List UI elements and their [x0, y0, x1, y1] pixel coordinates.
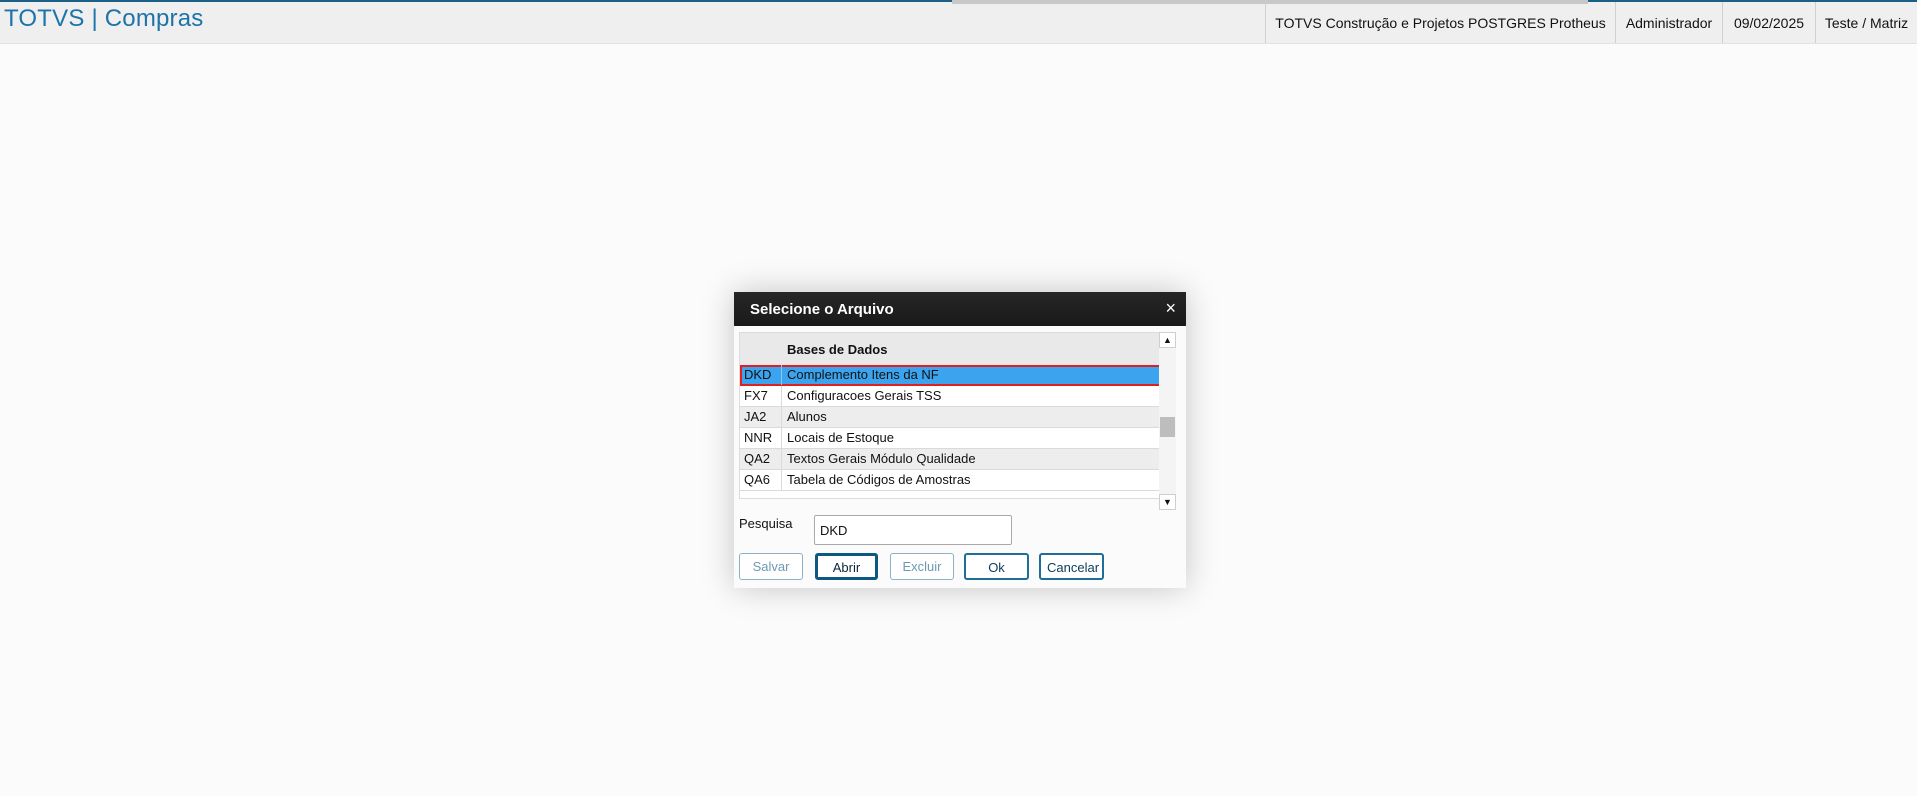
grid-header: Bases de Dados	[740, 333, 1164, 365]
search-input[interactable]	[814, 515, 1012, 545]
dialog-title: Selecione o Arquivo	[750, 301, 894, 318]
row-description: Tabela de Códigos de Amostras	[787, 472, 971, 487]
ok-button[interactable]: Ok	[964, 553, 1029, 580]
open-button[interactable]: Abrir	[815, 553, 878, 580]
row-description: Textos Gerais Módulo Qualidade	[787, 451, 976, 466]
company-selector[interactable]: TOTVS Construção e Projetos POSTGRES Pro…	[1265, 2, 1615, 43]
cancel-button[interactable]: Cancelar	[1039, 553, 1104, 580]
row-description: Locais de Estoque	[787, 430, 894, 445]
row-code: FX7	[740, 386, 782, 406]
app-title[interactable]: TOTVS | Compras	[4, 5, 204, 33]
select-file-dialog: Selecione o Arquivo × Bases de Dados DKD…	[734, 292, 1186, 588]
table-row[interactable]: DKD Complemento Itens da NF	[740, 365, 1164, 386]
table-row[interactable]: QA2 Textos Gerais Módulo Qualidade	[740, 449, 1164, 470]
branch-selector[interactable]: Teste / Matriz	[1815, 2, 1917, 43]
table-row[interactable]: FX7 Configuracoes Gerais TSS	[740, 386, 1164, 407]
scroll-down-icon[interactable]: ▼	[1159, 494, 1176, 510]
row-description: Complemento Itens da NF	[787, 367, 939, 382]
row-code: QA2	[740, 449, 782, 469]
database-grid[interactable]: Bases de Dados DKD Complemento Itens da N…	[739, 332, 1165, 499]
column-header-bases[interactable]: Bases de Dados	[787, 342, 887, 357]
system-date[interactable]: 09/02/2025	[1722, 2, 1815, 43]
row-code: JA2	[740, 407, 782, 427]
table-row[interactable]: NNR Locais de Estoque	[740, 428, 1164, 449]
search-label: Pesquisa	[739, 516, 793, 531]
scroll-thumb[interactable]	[1160, 417, 1175, 437]
dialog-header[interactable]: Selecione o Arquivo ×	[734, 292, 1186, 326]
delete-button[interactable]: Excluir	[890, 553, 954, 580]
row-description: Configuracoes Gerais TSS	[787, 388, 942, 403]
user-name[interactable]: Administrador	[1615, 2, 1722, 43]
row-code: NNR	[740, 428, 782, 448]
row-description: Alunos	[787, 409, 827, 424]
save-button[interactable]: Salvar	[739, 553, 803, 580]
table-row[interactable]: QA6 Tabela de Códigos de Amostras	[740, 470, 1164, 491]
row-code: DKD	[740, 365, 782, 385]
row-code: QA6	[740, 470, 782, 490]
close-icon[interactable]: ×	[1165, 299, 1176, 317]
grid-scrollbar[interactable]: ▲ ▼	[1159, 332, 1176, 510]
table-row[interactable]: JA2 Alunos	[740, 407, 1164, 428]
scroll-up-icon[interactable]: ▲	[1159, 332, 1176, 348]
